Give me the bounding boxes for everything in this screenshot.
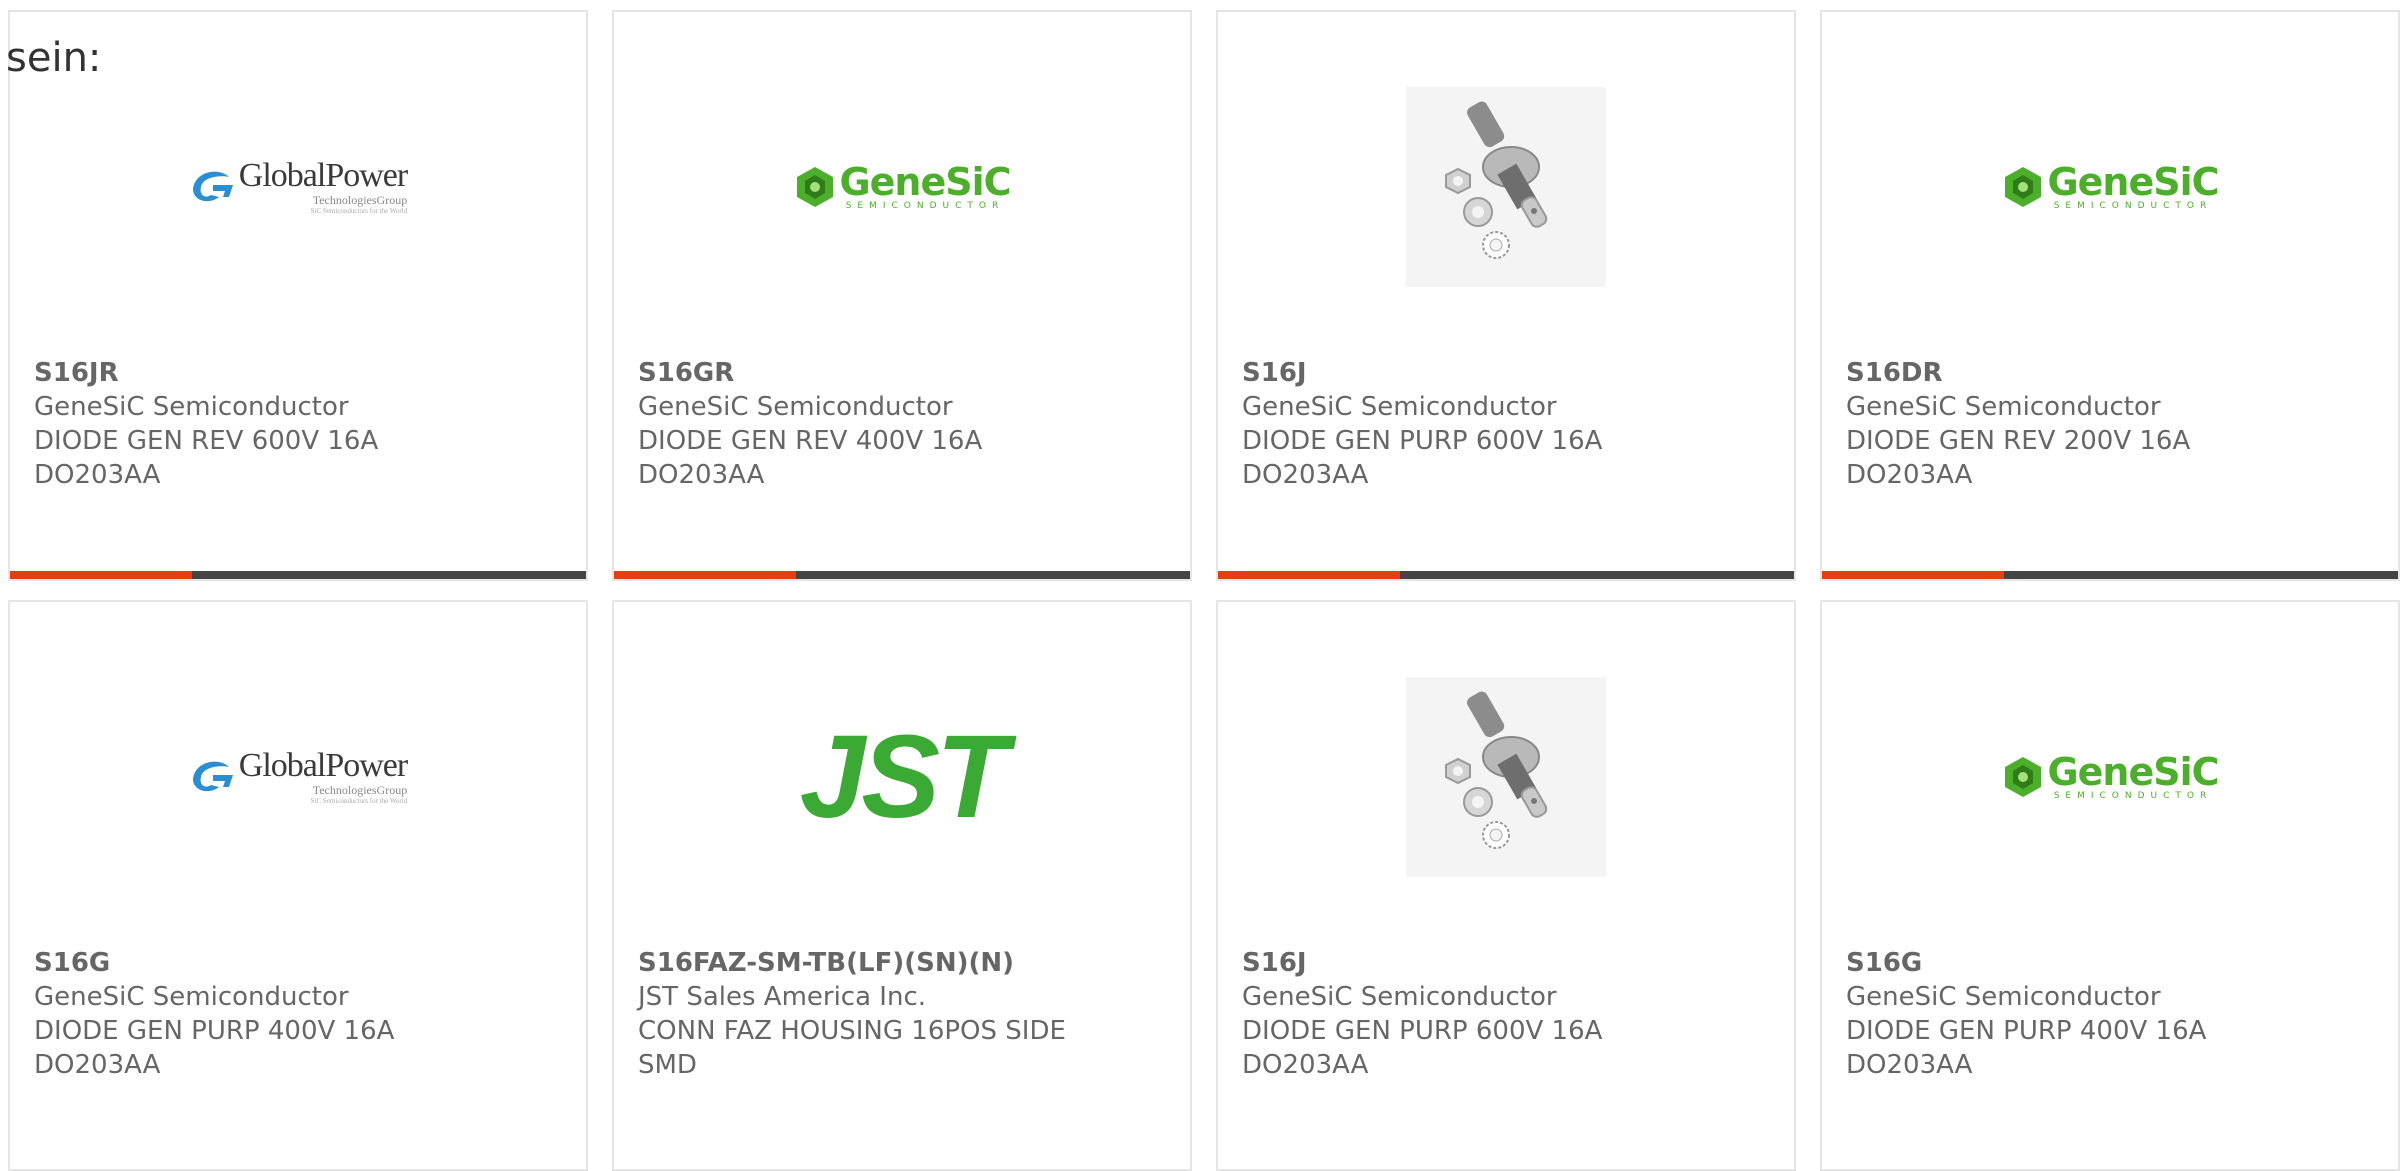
manufacturer: GeneSiC Semiconductor [1242, 982, 1557, 1012]
part-number[interactable]: S16GR [638, 356, 1178, 390]
product-image[interactable] [1218, 82, 1794, 292]
card-accent-bar [1822, 571, 2398, 579]
manufacturer: GeneSiC Semiconductor [1846, 392, 2161, 422]
part-number[interactable]: S16J [1242, 356, 1782, 390]
product-card[interactable]: GeneSiC SEMICONDUCTOR S16G GeneSiC Semic… [1820, 600, 2400, 1171]
description: DIODE GEN PURP 600V 16A [1242, 426, 1603, 456]
card-accent-bar [10, 571, 586, 579]
product-card[interactable]: GeneSiC SEMICONDUCTOR S16GR GeneSiC Semi… [612, 10, 1192, 581]
card-accent-bar [614, 571, 1190, 579]
jst-logo: JST [799, 711, 1008, 843]
stud-diode-photo [1406, 87, 1606, 287]
product-card[interactable]: GeneSiC SEMICONDUCTOR S16DR GeneSiC Semi… [1820, 10, 2400, 581]
product-image[interactable]: GeneSiC SEMICONDUCTOR [1822, 672, 2398, 882]
package: DO203AA [34, 1050, 161, 1080]
globalpower-logo: GlobalPower TechnologiesGroup SiC Semico… [189, 158, 408, 215]
product-image[interactable]: GlobalPower TechnologiesGroup SiC Semico… [10, 672, 586, 882]
package: SMD [638, 1050, 697, 1080]
card-accent-bar [1218, 571, 1794, 579]
package: DO203AA [1242, 1050, 1369, 1080]
manufacturer: GeneSiC Semiconductor [1242, 392, 1557, 422]
product-image[interactable]: GeneSiC SEMICONDUCTOR [1822, 82, 2398, 292]
package: DO203AA [1242, 460, 1369, 490]
package: DO203AA [34, 460, 161, 490]
package: DO203AA [638, 460, 765, 490]
part-number[interactable]: S16JR [34, 356, 574, 390]
part-number[interactable]: S16G [1846, 946, 2386, 980]
product-image[interactable] [1218, 672, 1794, 882]
description: DIODE GEN REV 400V 16A [638, 426, 983, 456]
part-number[interactable]: S16G [34, 946, 574, 980]
product-image[interactable]: GlobalPower TechnologiesGroup SiC Semico… [10, 82, 586, 292]
manufacturer: JST Sales America Inc. [638, 982, 927, 1012]
part-number[interactable]: S16J [1242, 946, 1782, 980]
product-card[interactable]: JST S16FAZ-SM-TB(LF)(SN)(N) JST Sales Am… [612, 600, 1192, 1171]
product-image[interactable]: JST [614, 672, 1190, 882]
description: DIODE GEN PURP 400V 16A [1846, 1016, 2207, 1046]
description: DIODE GEN REV 600V 16A [34, 426, 379, 456]
package: DO203AA [1846, 460, 1973, 490]
description: DIODE GEN PURP 600V 16A [1242, 1016, 1603, 1046]
product-image[interactable]: GeneSiC SEMICONDUCTOR [614, 82, 1190, 292]
package: DO203AA [1846, 1050, 1973, 1080]
manufacturer: GeneSiC Semiconductor [34, 392, 349, 422]
description: DIODE GEN REV 200V 16A [1846, 426, 2191, 456]
product-card[interactable]: GlobalPower TechnologiesGroup SiC Semico… [8, 600, 588, 1171]
intro-text: sein: [6, 35, 102, 81]
genesic-logo: GeneSiC SEMICONDUCTOR [793, 163, 1012, 211]
genesic-logo: GeneSiC SEMICONDUCTOR [2001, 163, 2220, 211]
part-number[interactable]: S16DR [1846, 356, 2386, 390]
globalpower-logo: GlobalPower TechnologiesGroup SiC Semico… [189, 748, 408, 805]
manufacturer: GeneSiC Semiconductor [1846, 982, 2161, 1012]
product-card[interactable]: S16J GeneSiC Semiconductor DIODE GEN PUR… [1216, 600, 1796, 1171]
genesic-logo: GeneSiC SEMICONDUCTOR [2001, 753, 2220, 801]
description: CONN FAZ HOUSING 16POS SIDE [638, 1016, 1066, 1046]
manufacturer: GeneSiC Semiconductor [34, 982, 349, 1012]
description: DIODE GEN PURP 400V 16A [34, 1016, 395, 1046]
product-card[interactable]: S16J GeneSiC Semiconductor DIODE GEN PUR… [1216, 10, 1796, 581]
stud-diode-photo [1406, 677, 1606, 877]
manufacturer: GeneSiC Semiconductor [638, 392, 953, 422]
product-card[interactable]: GlobalPower TechnologiesGroup SiC Semico… [8, 10, 588, 581]
part-number[interactable]: S16FAZ-SM-TB(LF)(SN)(N) [638, 946, 1178, 980]
